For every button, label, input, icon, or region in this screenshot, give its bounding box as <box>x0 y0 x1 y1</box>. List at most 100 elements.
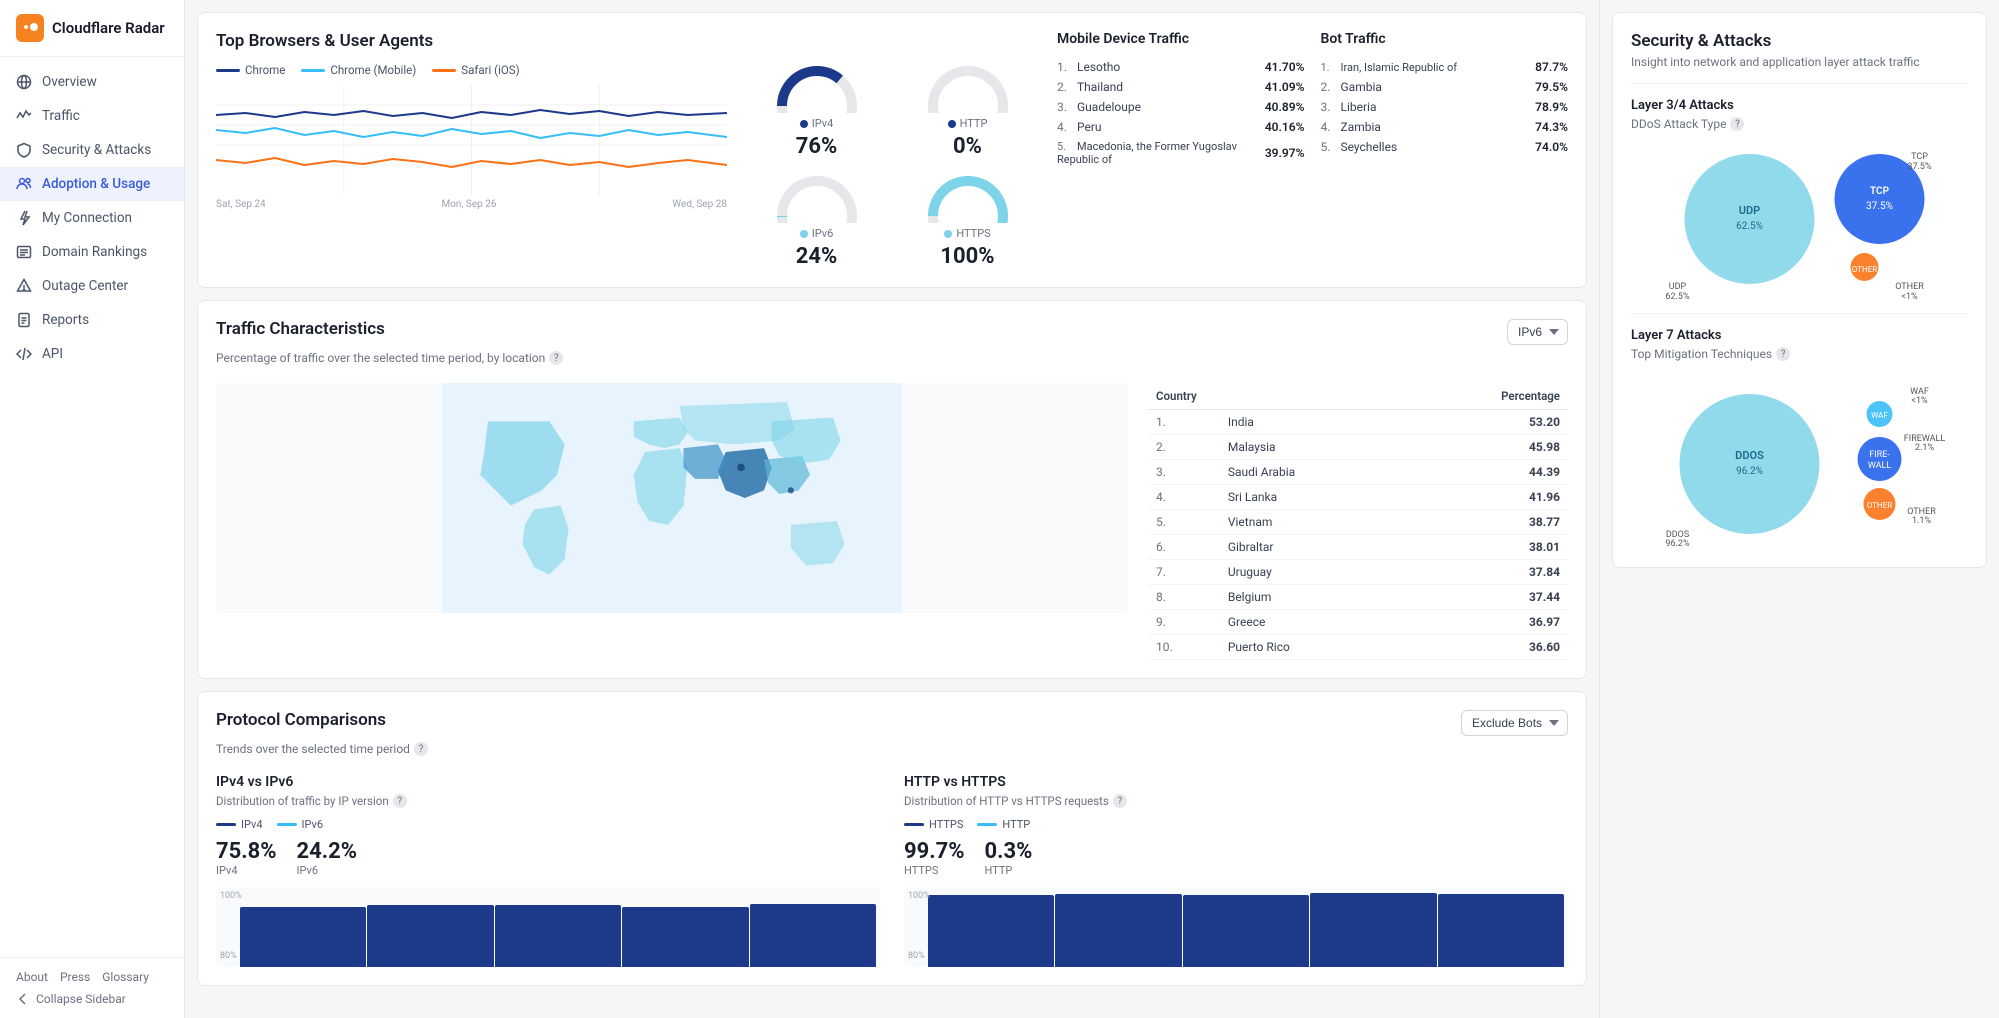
glossary-link[interactable]: Glossary <box>102 970 149 984</box>
table-row: 8. Belgium 37.44 <box>1148 585 1568 610</box>
ipv4-ipv6-bars <box>216 887 880 967</box>
http-value: 0% <box>953 134 982 159</box>
legend-chrome-mobile-label: Chrome (Mobile) <box>330 63 416 77</box>
https-donut-svg <box>923 171 1013 223</box>
proto-help-icon[interactable]: ? <box>414 742 428 756</box>
collapse-sidebar-button[interactable]: Collapse Sidebar <box>16 992 168 1006</box>
sidebar-item-label-overview: Overview <box>42 74 97 90</box>
ipv4-legend-dash <box>216 823 236 826</box>
sidebar-item-label-api: API <box>42 346 63 362</box>
table-row: 9. Greece 36.97 <box>1148 610 1568 635</box>
ipv4-ipv6-desc: Distribution of traffic by IP version ? <box>216 794 880 808</box>
sidebar-item-reports[interactable]: Reports <box>0 303 184 337</box>
chart-xaxis: Sat, Sep 24 Mon, Sep 26 Wed, Sep 28 <box>216 199 727 210</box>
sidebar-item-traffic[interactable]: Traffic <box>0 99 184 133</box>
shield-icon <box>16 142 32 158</box>
sidebar: Cloudflare Radar Overview Traffic Securi… <box>0 0 185 1018</box>
svg-text:FIRE-: FIRE- <box>1869 450 1890 460</box>
security-attacks-card: Security & Attacks Insight into network … <box>1612 12 1987 568</box>
tc-header-left: Traffic Characteristics Percentage of tr… <box>216 319 563 377</box>
svg-text:WALL: WALL <box>1868 461 1892 471</box>
sidebar-item-outage-center[interactable]: Outage Center <box>0 269 184 303</box>
security-attacks-subtitle: Insight into network and application lay… <box>1631 55 1968 69</box>
legend-chrome-mobile-dot <box>301 69 325 72</box>
sidebar-item-label-traffic: Traffic <box>42 108 80 124</box>
http-donut-svg <box>923 61 1013 113</box>
right-panel: Security & Attacks Insight into network … <box>1599 0 1999 1018</box>
layer34-help-icon[interactable]: ? <box>1730 117 1744 131</box>
proto-dropdown[interactable]: Exclude Bots Include Bots <box>1461 710 1568 736</box>
ipv4-label-text: IPv4 <box>812 117 834 130</box>
main-content-area: Top Browsers & User Agents Chrome Chrome… <box>185 0 1999 1018</box>
legend-chrome: Chrome <box>216 63 285 77</box>
divider-1 <box>1631 83 1968 84</box>
tc-dropdown[interactable]: IPv6 IPv4 <box>1507 319 1568 345</box>
http-https-desc: Distribution of HTTP vs HTTPS requests ? <box>904 794 1568 808</box>
sidebar-item-domain-rankings[interactable]: Domain Rankings <box>0 235 184 269</box>
bot-traffic-row-5: 5.Seychelles 74.0% <box>1321 137 1569 157</box>
sidebar-item-security-attacks[interactable]: Security & Attacks <box>0 133 184 167</box>
https-stat-label: HTTPS <box>904 864 965 877</box>
traffic-tables-section: Mobile Device Traffic 1.Lesotho 41.70% 2… <box>1057 31 1568 169</box>
svg-text:96.2%: 96.2% <box>1736 466 1763 477</box>
press-link[interactable]: Press <box>60 970 90 984</box>
proto-grid: IPv4 vs IPv6 Distribution of traffic by … <box>216 774 1568 967</box>
ipv6-legend-dash <box>277 823 297 826</box>
http-legend-dash <box>977 823 997 826</box>
table-row: 5. Vietnam 38.77 <box>1148 510 1568 535</box>
bot-traffic-row-4: 4.Zambia 74.3% <box>1321 117 1569 137</box>
https-label-text: HTTPS <box>956 227 990 240</box>
sidebar-item-my-connection[interactable]: My Connection <box>0 201 184 235</box>
mobile-traffic-row-5: 5.Macedonia, the Former Yugoslav Republi… <box>1057 137 1305 169</box>
tc-help-icon[interactable]: ? <box>549 351 563 365</box>
sidebar-item-label-outage: Outage Center <box>42 278 128 294</box>
ipv6-donut <box>772 171 862 223</box>
mobile-traffic-row-2: 2.Thailand 41.09% <box>1057 77 1305 97</box>
browser-line-chart <box>216 85 727 195</box>
file-icon <box>16 312 32 328</box>
ipv6-stat-label: IPv6 <box>297 864 358 877</box>
sidebar-item-adoption-usage[interactable]: Adoption & Usage <box>0 167 184 201</box>
nav-menu: Overview Traffic Security & Attacks Adop… <box>0 57 184 957</box>
collapse-sidebar-label: Collapse Sidebar <box>36 992 126 1006</box>
ipv4-donut-label: IPv4 <box>800 117 834 130</box>
tc-header: Traffic Characteristics Percentage of tr… <box>216 319 1568 377</box>
http-donut-label: HTTP <box>948 117 988 130</box>
ipv4-dot <box>800 120 808 128</box>
bot-traffic-row-2: 2.Gambia 79.5% <box>1321 77 1569 97</box>
svg-text:<1%: <1% <box>1911 396 1928 406</box>
ipv4-ipv6-help-icon[interactable]: ? <box>393 794 407 808</box>
https-donut <box>923 171 1013 223</box>
table-row: 6. Gibraltar 38.01 <box>1148 535 1568 560</box>
layer34-title: Layer 3/4 Attacks <box>1631 98 1968 113</box>
svg-text:TCP: TCP <box>1911 152 1928 162</box>
legend-https: HTTPS <box>904 818 963 831</box>
svg-text:<1%: <1% <box>1901 292 1918 299</box>
tc-body: Country Percentage 1. India 53.20 <box>216 383 1568 660</box>
ipv6-stat-block: 24.2% IPv6 <box>297 839 358 877</box>
sidebar-item-api[interactable]: API <box>0 337 184 371</box>
about-link[interactable]: About <box>16 970 48 984</box>
ipv4-donut <box>772 61 862 113</box>
table-row: 7. Uruguay 37.84 <box>1148 560 1568 585</box>
http-https-help-icon[interactable]: ? <box>1113 794 1127 808</box>
table-row: 2. Malaysia 45.98 <box>1148 435 1568 460</box>
activity-icon <box>16 108 32 124</box>
browser-chart-legend: Chrome Chrome (Mobile) Safari (iOS) <box>216 63 727 77</box>
chevron-left-icon <box>16 992 30 1006</box>
http-stat: HTTP 0% <box>898 61 1037 159</box>
http-label-text: HTTP <box>960 117 988 130</box>
bot-traffic-title: Bot Traffic <box>1321 31 1569 47</box>
http-https-legend: HTTPS HTTP <box>904 818 1568 831</box>
table-row: 1. India 53.20 <box>1148 410 1568 435</box>
world-map-svg <box>216 383 1128 613</box>
list-icon <box>16 244 32 260</box>
ipv4-stat-block: 75.8% IPv4 <box>216 839 277 877</box>
donut-stats-section: IPv4 76% HTTP <box>747 31 1037 269</box>
layer7-help-icon[interactable]: ? <box>1776 347 1790 361</box>
sidebar-item-overview[interactable]: Overview <box>0 65 184 99</box>
http-dot <box>948 120 956 128</box>
mobile-traffic-row-4: 4.Peru 40.16% <box>1057 117 1305 137</box>
svg-text:UDP: UDP <box>1669 282 1687 292</box>
zap-icon <box>16 210 32 226</box>
